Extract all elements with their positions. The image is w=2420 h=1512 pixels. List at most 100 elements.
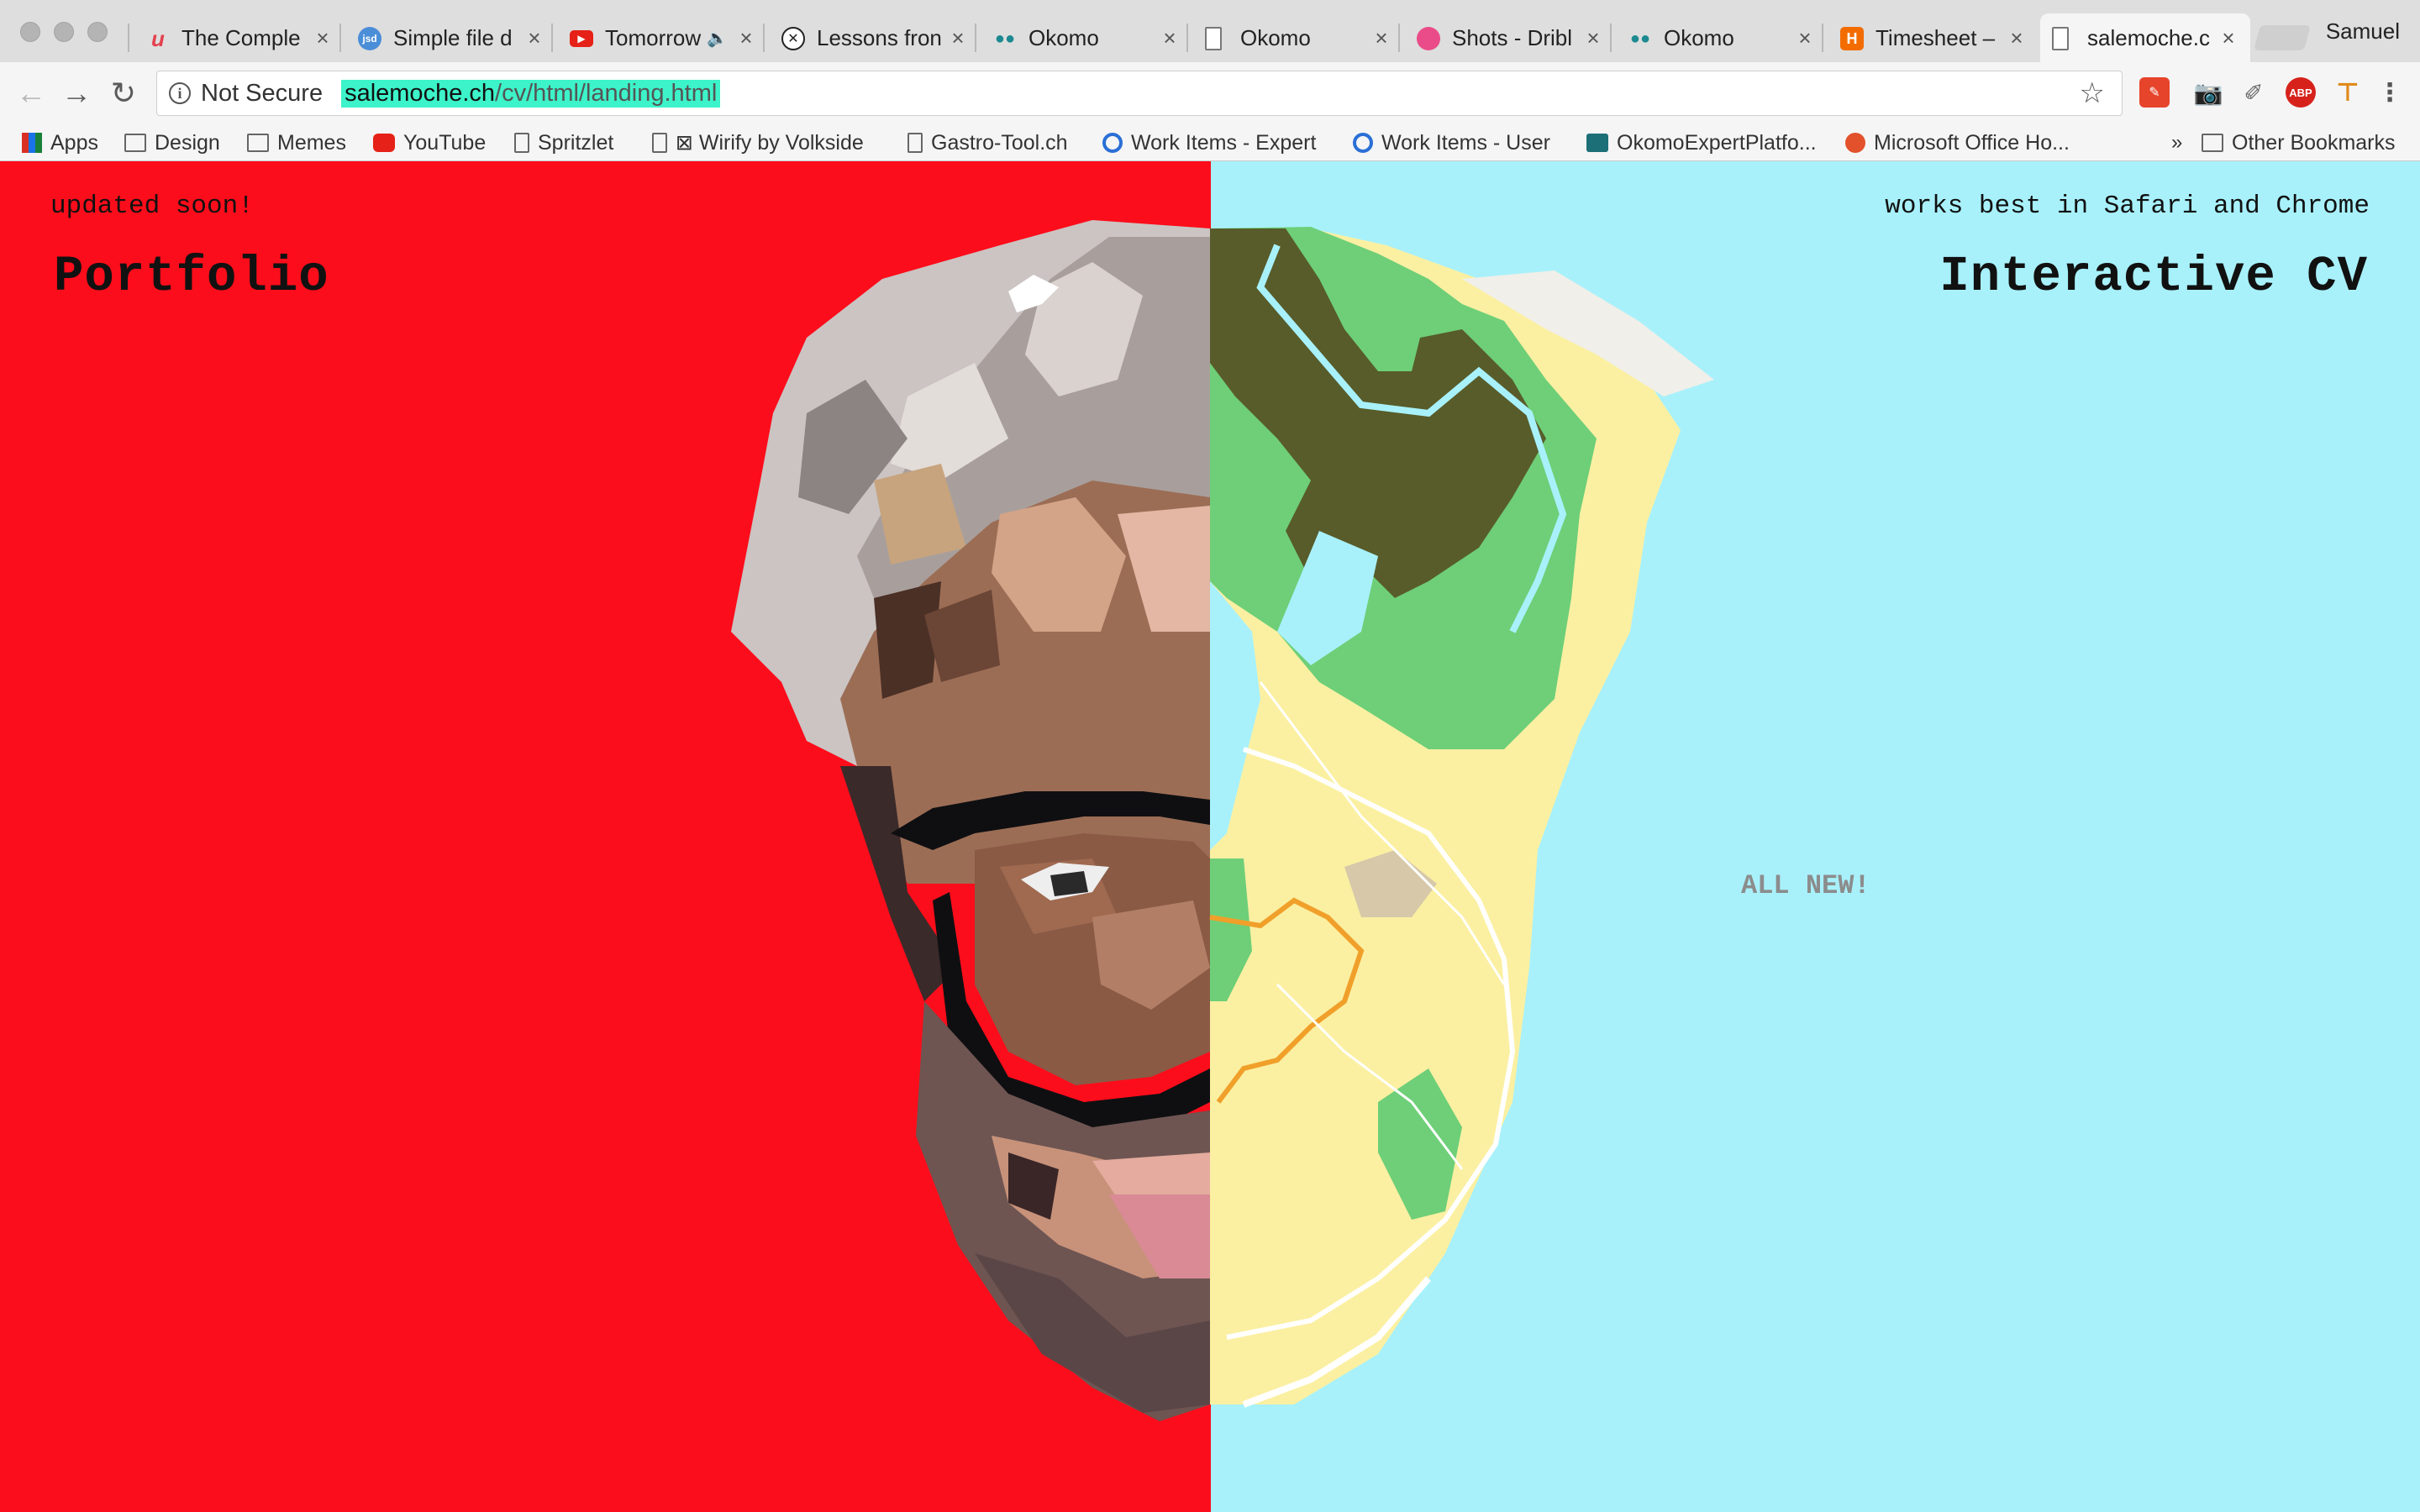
youtube-icon	[373, 134, 395, 152]
audio-playing-icon[interactable]: 🔈	[707, 28, 728, 49]
close-tab-icon[interactable]: ×	[738, 25, 755, 51]
tab-label: Simple file d	[393, 24, 513, 50]
window-zoom-button[interactable]	[87, 22, 108, 42]
tab-okomo-3[interactable]: ●● Okomo ×	[1610, 13, 1827, 62]
info-icon[interactable]: i	[169, 82, 191, 104]
office-icon	[1845, 133, 1865, 153]
folder-icon	[124, 134, 146, 152]
portfolio-link[interactable]: Portfolio	[54, 249, 329, 305]
tab-salemoche-active[interactable]: salemoche.c ×	[2040, 13, 2250, 62]
security-label[interactable]: Not Secure	[201, 80, 323, 108]
portfolio-note: updated soon!	[50, 192, 254, 221]
close-tab-icon[interactable]: ×	[2220, 25, 2237, 51]
bookmark-label: Other Bookmarks	[2232, 130, 2396, 155]
bookmark-label: OkomoExpertPlatfo...	[1617, 130, 1817, 155]
low-poly-portrait-illustration	[731, 220, 1714, 1421]
tab-label: The Comple	[182, 24, 301, 50]
tab-okomo-1[interactable]: ●● Okomo ×	[975, 13, 1192, 62]
tab-harvest[interactable]: H Timesheet – ×	[1822, 13, 2039, 62]
close-tab-icon[interactable]: ×	[1585, 25, 1602, 51]
close-tab-icon[interactable]: ×	[950, 25, 966, 51]
bookmark-wirify[interactable]: ⊠ Wirify by Volkside	[652, 124, 864, 161]
bookmark-extension-icon[interactable]: ✎	[2139, 77, 2170, 108]
tool-icon[interactable]: ⊤	[2333, 77, 2363, 108]
interactive-cv-link[interactable]: Interactive CV	[1939, 249, 2368, 305]
bookmark-work-items-expert[interactable]: Work Items - Expert	[1102, 124, 1316, 161]
all-new-badge: ALL NEW!	[1741, 870, 1870, 901]
bookmark-youtube[interactable]: YouTube	[373, 124, 486, 161]
window-minimize-button[interactable]	[54, 22, 74, 42]
page-icon	[1205, 27, 1222, 50]
jsd-icon: jsd	[358, 27, 381, 50]
bookmark-star-icon[interactable]: ☆	[2080, 76, 2105, 110]
bookmark-gastro-tool[interactable]: Gastro-Tool.ch	[908, 124, 1068, 161]
tab-label: Okomo	[1240, 24, 1311, 50]
url-host: salemoche.ch	[345, 79, 496, 107]
bookmark-label: Spritzlet	[538, 130, 614, 155]
bookmark-label: Design	[155, 130, 220, 155]
page-icon	[2052, 27, 2069, 50]
close-tab-icon[interactable]: ×	[1373, 25, 1390, 51]
tab-label: Tomorrow	[605, 24, 702, 50]
page-icon	[908, 133, 923, 153]
youtube-icon: ▶	[570, 30, 593, 47]
bookmark-label: YouTube	[403, 130, 487, 155]
bookmark-label: Work Items - User	[1381, 130, 1550, 155]
tab-label: Lessons fron	[817, 24, 942, 50]
tab-jsd[interactable]: jsd Simple file d ×	[339, 13, 556, 62]
adblock-plus-icon[interactable]: ABP	[2286, 77, 2316, 108]
url-text[interactable]: salemoche.ch/cv/html/landing.html	[341, 79, 721, 108]
new-tab-button[interactable]	[2253, 25, 2312, 50]
azure-devops-icon	[1353, 133, 1373, 153]
close-tab-icon[interactable]: ×	[1161, 25, 1178, 51]
browser-toolbar: ← → ↻ i Not Secure salemoche.ch/cv/html/…	[0, 62, 2420, 124]
tab-okomo-2[interactable]: Okomo ×	[1186, 13, 1403, 62]
tab-dribbble[interactable]: Shots - Dribl ×	[1398, 13, 1615, 62]
tab-label: Timesheet –	[1876, 24, 1996, 50]
okomo-icon: ●●	[1629, 29, 1651, 48]
bookmarks-bar: Apps Design Memes YouTube Spritzlet ⊠ Wi…	[0, 124, 2420, 161]
folder-icon	[2202, 134, 2223, 152]
bookmark-other-folder[interactable]: Other Bookmarks	[2202, 124, 2396, 161]
tab-strip: u The Comple × jsd Simple file d × ▶ Tom…	[0, 0, 2420, 63]
window-close-button[interactable]	[20, 22, 40, 42]
portrait-left-half	[731, 220, 1210, 1421]
bookmark-folder-memes[interactable]: Memes	[247, 124, 346, 161]
close-tab-icon[interactable]: ×	[2008, 25, 2025, 51]
bookmark-apps[interactable]: Apps	[22, 124, 98, 161]
browser-compatibility-note: works best in Safari and Chrome	[1885, 192, 2370, 221]
profile-name[interactable]: Samuel	[2326, 18, 2400, 45]
bookmark-label: Memes	[277, 130, 346, 155]
bookmark-label: Apps	[50, 130, 98, 155]
bookmark-label: Work Items - Expert	[1131, 130, 1317, 155]
tab-youtube[interactable]: ▶ Tomorrow 🔈 ×	[551, 13, 768, 62]
tab-label: Okomo	[1664, 24, 1734, 50]
menu-dots-icon[interactable]: ⋮	[2375, 77, 2405, 108]
x-circle-icon: ✕	[781, 27, 805, 50]
close-tab-icon[interactable]: ×	[1797, 25, 1813, 51]
reload-button[interactable]: ↻	[106, 76, 141, 111]
bookmark-label: Gastro-Tool.ch	[931, 130, 1068, 155]
tab-label: Okomo	[1028, 24, 1099, 50]
okomo-icon: ●●	[994, 29, 1016, 48]
bookmark-work-items-user[interactable]: Work Items - User	[1353, 124, 1550, 161]
url-path: /cv/html/landing.html	[495, 79, 718, 107]
close-tab-icon[interactable]: ×	[526, 25, 543, 51]
close-tab-icon[interactable]: ×	[314, 25, 331, 51]
bookmark-folder-design[interactable]: Design	[124, 124, 220, 161]
page-viewport: updated soon! Portfolio works best in Sa…	[0, 161, 2420, 1512]
tab-udemy[interactable]: u The Comple ×	[128, 13, 345, 62]
back-button[interactable]: ←	[13, 76, 49, 111]
tab-lessons[interactable]: ✕ Lessons fron ×	[763, 13, 980, 62]
bookmarks-overflow-chevron[interactable]: »	[2171, 124, 2182, 161]
bookmark-label: ⊠ Wirify by Volkside	[676, 131, 864, 155]
camera-icon[interactable]: 📷	[2193, 77, 2223, 108]
bookmark-office[interactable]: Microsoft Office Ho...	[1845, 124, 2070, 161]
pen-icon[interactable]: ✐	[2238, 77, 2269, 108]
bookmark-spritzlet[interactable]: Spritzlet	[514, 124, 613, 161]
forward-button[interactable]: →	[59, 76, 94, 111]
address-bar[interactable]: i Not Secure salemoche.ch/cv/html/landin…	[156, 71, 2123, 116]
folder-icon	[247, 134, 269, 152]
bookmark-okomo-expert[interactable]: OkomoExpertPlatfo...	[1586, 124, 1817, 161]
harvest-icon: H	[1840, 27, 1864, 50]
